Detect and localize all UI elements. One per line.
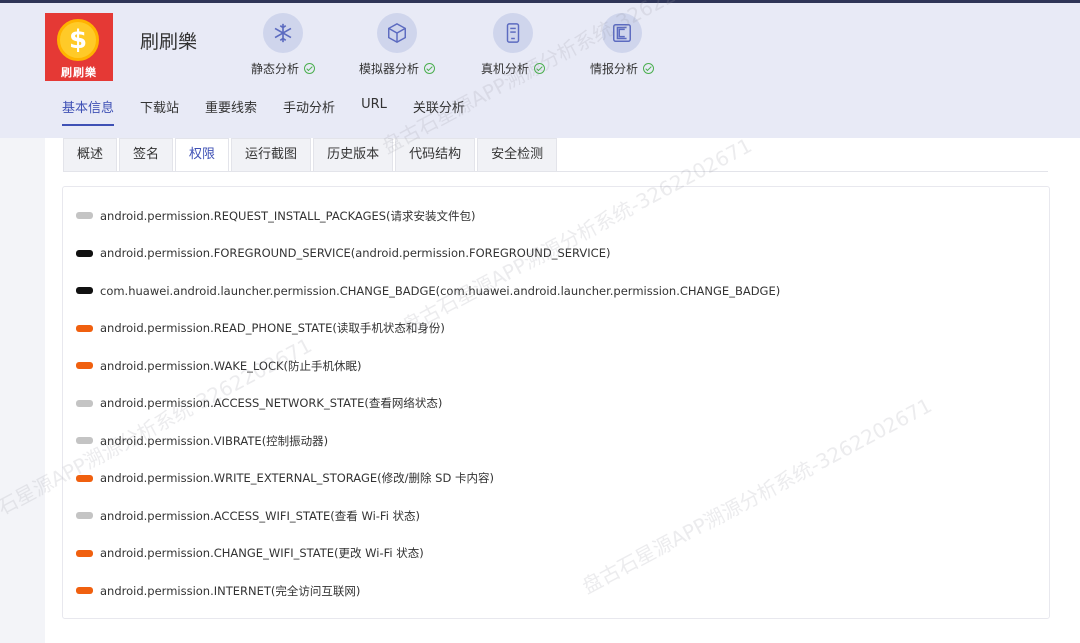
- permission-level-dot: [76, 549, 93, 557]
- permission-text: android.permission.WAKE_LOCK(防止手机休眠): [100, 358, 362, 373]
- permission-text: android.permission.REQUEST_INSTALL_PACKA…: [100, 208, 476, 223]
- nav-related-analysis[interactable]: 关联分析: [413, 97, 465, 116]
- tab-divider: [63, 171, 1048, 172]
- stage-label: 模拟器分析: [358, 62, 419, 76]
- stage-emulator-analysis[interactable]: 模拟器分析: [342, 13, 452, 77]
- nav-download-site[interactable]: 下载站: [140, 97, 179, 116]
- permission-level-dot: [76, 437, 93, 445]
- permission-level-dot: [76, 324, 93, 332]
- content-panel: 概述 签名 权限 运行截图 历史版本 代码结构 安全检测 android.per…: [45, 138, 1080, 643]
- stage-label: 真机分析: [480, 62, 529, 76]
- tab-history-versions[interactable]: 历史版本: [313, 138, 394, 172]
- permission-text: android.permission.READ_PHONE_STATE(读取手机…: [100, 321, 445, 336]
- permission-level-dot: [76, 587, 93, 595]
- nav-manual-analysis[interactable]: 手动分析: [283, 97, 335, 116]
- permission-level-dot: [76, 362, 93, 370]
- tab-signature[interactable]: 签名: [119, 138, 174, 172]
- permission-text: android.permission.CHANGE_WIFI_STATE(更改 …: [100, 546, 424, 561]
- permissions-panel: android.permission.REQUEST_INSTALL_PACKA…: [62, 186, 1050, 619]
- permission-level-dot: [76, 399, 93, 407]
- permission-level-dot: [76, 212, 93, 220]
- check-icon: [534, 63, 545, 74]
- permission-item: android.permission.ACCESS_WIFI_STATE(查看 …: [63, 497, 1049, 535]
- permission-item: android.permission.WRITE_EXTERNAL_STORAG…: [63, 460, 1049, 498]
- nav-basic-info[interactable]: 基本信息: [62, 97, 115, 126]
- permission-item: android.permission.REQUEST_INSTALL_PACKA…: [63, 197, 1049, 235]
- tab-screenshots[interactable]: 运行截图: [231, 138, 312, 172]
- permission-item: android.permission.INTERNET(完全访问互联网): [63, 572, 1049, 610]
- permission-item: android.permission.ACCESS_NETWORK_STATE(…: [63, 385, 1049, 423]
- permission-level-dot: [76, 287, 93, 295]
- permission-level-dot: [76, 512, 93, 520]
- stage-intel-analysis[interactable]: 情报分析: [567, 13, 677, 77]
- permission-text: com.huawei.android.launcher.permission.C…: [100, 283, 781, 298]
- permission-item: android.permission.VIBRATE(控制振动器): [63, 422, 1049, 460]
- check-icon: [424, 63, 435, 74]
- cube-icon: [377, 13, 417, 53]
- permission-text: android.permission.INTERNET(完全访问互联网): [100, 583, 361, 598]
- main-nav: 基本信息 下载站 重要线索 手动分析 URL 关联分析: [62, 97, 465, 126]
- nav-url[interactable]: URL: [361, 97, 387, 116]
- app-name: 刷刷樂: [140, 31, 198, 53]
- nav-important-clues[interactable]: 重要线索: [205, 97, 257, 116]
- permission-item: android.permission.CHANGE_WIFI_STATE(更改 …: [63, 535, 1049, 573]
- tab-security-check[interactable]: 安全检测: [477, 138, 558, 172]
- sub-tabs: 概述 签名 权限 运行截图 历史版本 代码结构 安全检测: [63, 138, 559, 172]
- phone-icon: [493, 13, 533, 53]
- app-logo: $ 刷刷樂: [45, 13, 113, 81]
- stage-label: 静态分析: [250, 62, 299, 76]
- permission-text: android.permission.ACCESS_WIFI_STATE(查看 …: [100, 508, 421, 523]
- tab-permissions[interactable]: 权限: [175, 138, 230, 172]
- tab-code-structure[interactable]: 代码结构: [395, 138, 476, 172]
- stage-static-analysis[interactable]: 静态分析: [228, 13, 338, 77]
- tab-overview[interactable]: 概述: [63, 138, 118, 172]
- check-icon: [643, 63, 654, 74]
- permission-list: android.permission.REQUEST_INSTALL_PACKA…: [63, 187, 1049, 610]
- coin-icon: $: [57, 19, 99, 61]
- stage-label: 情报分析: [589, 62, 638, 76]
- intel-icon: [602, 13, 642, 53]
- permission-text: android.permission.FOREGROUND_SERVICE(an…: [100, 246, 611, 261]
- permission-text: android.permission.WRITE_EXTERNAL_STORAG…: [100, 471, 494, 486]
- permission-level-dot: [76, 474, 93, 482]
- logo-text: 刷刷樂: [61, 66, 97, 79]
- permission-text: android.permission.VIBRATE(控制振动器): [100, 433, 329, 448]
- permission-item: android.permission.WAKE_LOCK(防止手机休眠): [63, 347, 1049, 385]
- snowflake-icon: [263, 13, 303, 53]
- app-header: $ 刷刷樂 刷刷樂 静态分析 模拟器分析 真机分析 情报分析 基本信息 下载站 …: [0, 3, 1080, 138]
- check-icon: [304, 63, 315, 74]
- permission-text: android.permission.ACCESS_NETWORK_STATE(…: [100, 396, 443, 411]
- stage-device-analysis[interactable]: 真机分析: [458, 13, 568, 77]
- permission-level-dot: [76, 249, 93, 257]
- permission-item: android.permission.READ_PHONE_STATE(读取手机…: [63, 310, 1049, 348]
- permission-item: com.huawei.android.launcher.permission.C…: [63, 272, 1049, 310]
- permission-item: android.permission.FOREGROUND_SERVICE(an…: [63, 235, 1049, 273]
